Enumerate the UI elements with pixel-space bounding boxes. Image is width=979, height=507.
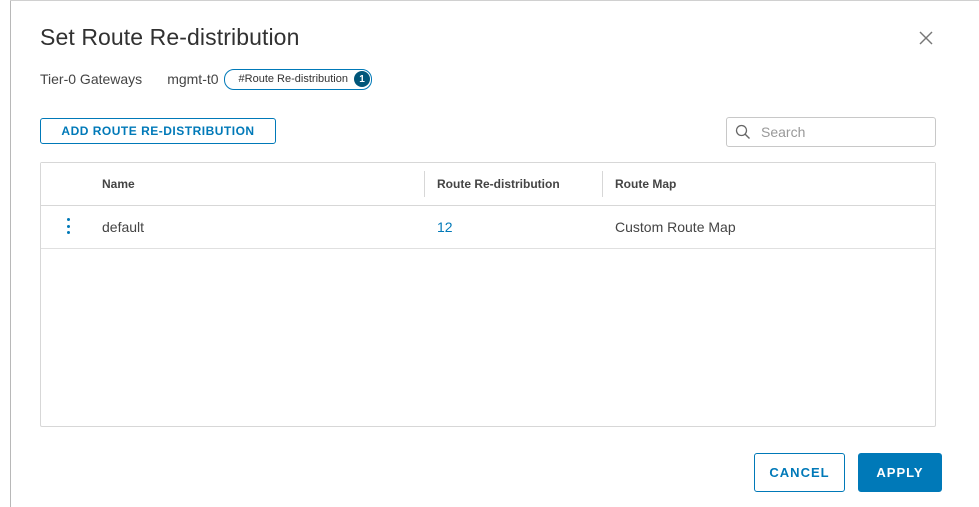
search-box[interactable]	[726, 117, 936, 147]
column-divider	[424, 171, 425, 197]
pill-label: #Route Re-distribution	[238, 73, 348, 85]
column-divider	[602, 171, 603, 197]
apply-button[interactable]: APPLY	[858, 453, 942, 492]
gateway-type-label: Tier-0 Gateways	[40, 71, 143, 87]
table-row: default 12 Custom Route Map	[41, 206, 935, 249]
column-header-route-redistribution[interactable]: Route Re-distribution	[437, 163, 560, 205]
add-route-redistribution-button[interactable]: ADD ROUTE RE-DISTRIBUTION	[40, 118, 276, 144]
cell-route-map: Custom Route Map	[615, 219, 736, 235]
cell-route-redistribution-link[interactable]: 12	[437, 206, 453, 248]
search-input[interactable]	[759, 123, 923, 141]
search-icon	[735, 124, 750, 139]
column-header-route-map[interactable]: Route Map	[615, 163, 676, 205]
gateway-name: mgmt-t0	[167, 71, 219, 87]
breadcrumb: Tier-0 Gateways mgmt-t0 #Route Re-distri…	[40, 68, 372, 90]
dialog-top-border	[10, 0, 979, 1]
column-header-name[interactable]: Name	[102, 163, 135, 205]
row-actions-menu[interactable]	[61, 218, 75, 236]
dialog-title: Set Route Re-distribution	[40, 24, 300, 50]
route-redistribution-pill[interactable]: #Route Re-distribution 1	[223, 68, 372, 90]
redistribution-table: Name Route Re-distribution Route Map def…	[40, 162, 936, 427]
close-button[interactable]	[916, 28, 936, 48]
vertical-ellipsis-icon	[66, 218, 70, 234]
dialog-left-border	[10, 0, 11, 507]
cell-name: default	[102, 219, 145, 235]
pill-count-badge: 1	[353, 71, 370, 87]
close-icon	[919, 31, 933, 45]
table-header: Name Route Re-distribution Route Map	[41, 163, 935, 206]
cancel-button[interactable]: CANCEL	[754, 453, 845, 492]
